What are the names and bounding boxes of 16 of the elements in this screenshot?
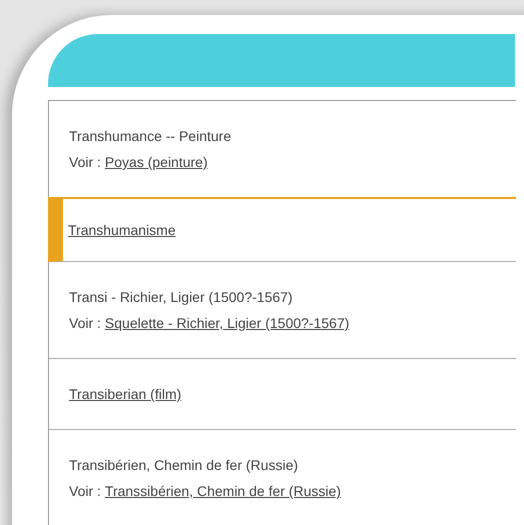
- entry-link[interactable]: Transhumanisme: [68, 222, 176, 238]
- see-label: Voir :: [69, 483, 101, 499]
- entry-heading: Transhumance -- Peinture: [69, 127, 232, 146]
- entry-link[interactable]: Transiberian (film): [69, 386, 182, 402]
- result-row[interactable]: Transhumanisme: [48, 197, 516, 262]
- result-row[interactable]: Transi - Richier, Ligier (1500?-1567) Voir : Squelette - Richier, Ligier (1500?-1567): [49, 262, 516, 359]
- see-label: Voir :: [69, 315, 101, 331]
- see-label: Voir :: [69, 154, 101, 170]
- see-link[interactable]: Transsibérien, Chemin de fer (Russie): [104, 483, 341, 499]
- entry-heading: Transi - Richier, Ligier (1500?-1567): [69, 288, 294, 307]
- result-row[interactable]: Transibérien, Chemin de fer (Russie) Voir : Transsibérien, Chemin de fer (Russie): [49, 430, 516, 525]
- entry-heading: Transibérien, Chemin de fer (Russie): [69, 456, 300, 475]
- see-link[interactable]: Squelette - Richier, Ligier (1500?-1567): [104, 315, 350, 331]
- result-row[interactable]: Transhumance -- Peinture Voir : Poyas (peinture): [49, 101, 516, 198]
- see-link[interactable]: Poyas (peinture): [104, 154, 208, 170]
- result-row[interactable]: Transiberian (film): [49, 359, 516, 430]
